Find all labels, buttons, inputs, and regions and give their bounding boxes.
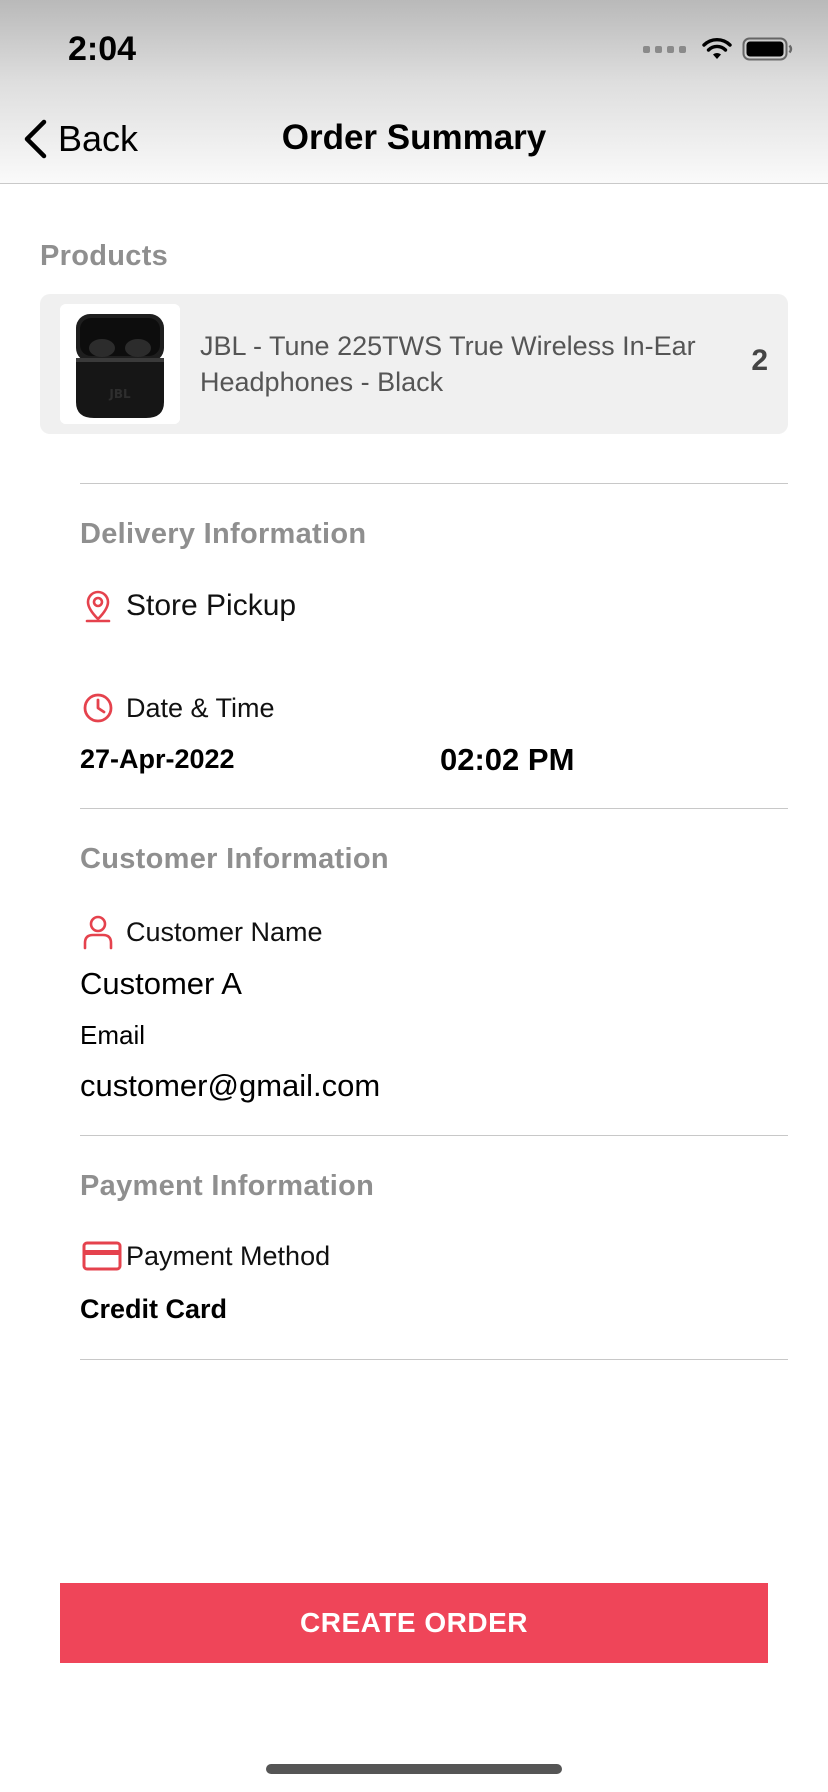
- status-icons: [643, 36, 794, 62]
- divider: [80, 808, 788, 809]
- svg-text:JBL: JBL: [108, 387, 131, 401]
- divider: [80, 1359, 788, 1360]
- location-pin-icon: [85, 590, 111, 623]
- battery-icon: [742, 37, 793, 61]
- customer-name-label: Customer Name: [126, 916, 323, 947]
- wifi-icon: [702, 38, 732, 59]
- create-order-button[interactable]: CREATE ORDER: [60, 1583, 768, 1663]
- delivery-method-row: Store Pickup: [82, 588, 296, 624]
- customer-email: customer@gmail.com: [80, 1068, 381, 1103]
- cellular-signal-icon: [643, 45, 686, 53]
- products-heading: Products: [40, 240, 169, 272]
- product-item[interactable]: JBL JBL - Tune 225TWS True Wireless In-E…: [40, 294, 788, 434]
- customer-name: Customer A: [80, 966, 242, 1001]
- delivery-method: Store Pickup: [126, 589, 297, 622]
- status-time: 2:04: [68, 30, 137, 68]
- customer-name-label-row: Customer Name: [82, 914, 323, 950]
- divider: [80, 483, 788, 484]
- delivery-time: 02:02 PM: [440, 742, 575, 777]
- credit-card-icon: [82, 1241, 122, 1271]
- page-title: Order Summary: [281, 118, 547, 157]
- product-image: JBL: [60, 304, 180, 424]
- email-label: Email: [80, 1020, 146, 1050]
- datetime-label: Date & Time: [126, 692, 275, 723]
- product-quantity: 2: [751, 344, 768, 377]
- divider: [80, 1135, 788, 1136]
- person-icon: [83, 915, 113, 950]
- delivery-date: 27-Apr-2022: [80, 744, 235, 774]
- home-indicator[interactable]: [266, 1764, 562, 1774]
- datetime-label-row: Date & Time: [82, 692, 275, 724]
- product-name: JBL - Tune 225TWS True Wireless In-Ear H…: [200, 331, 696, 397]
- clock-icon: [83, 693, 113, 723]
- payment-method-label-row: Payment Method: [82, 1240, 330, 1272]
- customer-heading: Customer Information: [80, 843, 389, 875]
- header: 2:04 Back Order Summary: [0, 0, 828, 184]
- order-summary-screen: 2:04 Back Order Summary Products JBL JBL…: [0, 0, 828, 1792]
- payment-heading: Payment Information: [80, 1170, 375, 1202]
- payment-method-label: Payment Method: [126, 1240, 331, 1271]
- payment-method: Credit Card: [80, 1294, 228, 1324]
- delivery-heading: Delivery Information: [80, 518, 367, 550]
